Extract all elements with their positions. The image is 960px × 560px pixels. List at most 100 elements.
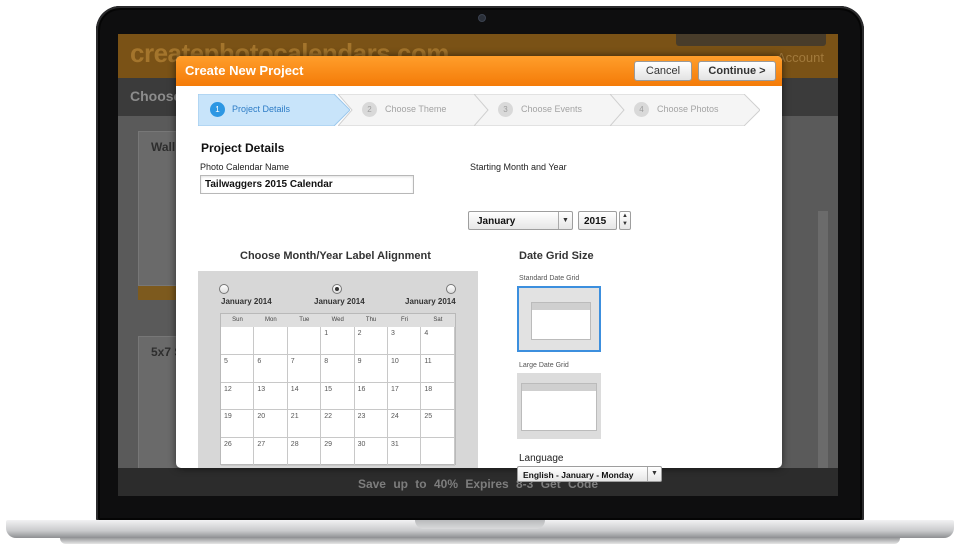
weekday-label: Tue xyxy=(299,317,310,323)
calendar-day-cell: 23 xyxy=(354,410,388,439)
weekday-label: Mon xyxy=(265,317,277,323)
dialog-title: Create New Project xyxy=(185,63,304,78)
site-top-buttons xyxy=(676,34,826,46)
calendar-day-cell: 21 xyxy=(287,410,322,439)
month-label-center: January 2014 xyxy=(314,297,365,306)
calendar-day-cell: 22 xyxy=(321,410,355,439)
calendar-day-cell: 28 xyxy=(287,438,322,466)
calendar-day-cell xyxy=(254,327,288,355)
cancel-button[interactable]: Cancel xyxy=(634,61,692,81)
weekday-label: Sun xyxy=(232,317,243,323)
standard-grid-option[interactable] xyxy=(517,286,601,352)
calendar-day-cell: 1 xyxy=(321,327,355,355)
calendar-day-cell: 29 xyxy=(321,438,355,466)
calendar-day-cell: 14 xyxy=(287,382,322,411)
section-title: Project Details xyxy=(201,141,285,155)
weekday-label: Sat xyxy=(433,317,443,323)
month-select-value: January xyxy=(477,216,516,227)
year-input[interactable]: 2015 xyxy=(578,211,617,230)
calendar-day-cell: 11 xyxy=(421,354,455,383)
calendar-day-cell: 9 xyxy=(354,354,388,383)
calendar-day-cell: 31 xyxy=(388,438,422,466)
month-select[interactable]: January ▼ xyxy=(468,211,573,230)
chevron-down-icon: ▼ xyxy=(558,212,572,229)
calendar-day-cell: 18 xyxy=(421,382,455,411)
calendar-day-cell: 10 xyxy=(388,354,422,383)
align-center-radio[interactable] xyxy=(332,284,342,294)
calendar-day-cell: 6 xyxy=(254,354,288,383)
create-project-dialog: Create New Project Cancel Continue > 1 P… xyxy=(176,56,782,468)
step-number: 2 xyxy=(362,102,377,117)
chevron-down-icon[interactable]: ▼ xyxy=(620,221,630,227)
grid-size-title: Date Grid Size xyxy=(519,250,594,262)
step-number: 4 xyxy=(634,102,649,117)
align-right-radio[interactable] xyxy=(446,284,456,294)
calendar-day-cell: 19 xyxy=(221,410,255,439)
standard-grid-thumbnail xyxy=(531,302,591,340)
name-label: Photo Calendar Name xyxy=(200,162,290,172)
weekday-header: Sun Mon Tue Wed Thu Fri Sat xyxy=(221,314,455,327)
step-number: 3 xyxy=(498,102,513,117)
large-grid-thumbnail xyxy=(521,383,597,431)
calendar-day-cell: 3 xyxy=(388,327,422,355)
large-grid-option[interactable] xyxy=(517,373,601,439)
step-label: Choose Photos xyxy=(657,104,719,114)
camera-icon xyxy=(478,14,486,22)
chevron-down-icon: ▼ xyxy=(647,467,661,481)
product-card-title: Wall xyxy=(151,140,176,154)
laptop-screen: createphotocalendars.com Account Choose … xyxy=(118,34,838,496)
calendar-day-cell: 16 xyxy=(354,382,388,411)
alignment-title: Choose Month/Year Label Alignment xyxy=(240,250,431,262)
calendar-day-cell: 7 xyxy=(287,354,322,383)
year-value: 2015 xyxy=(584,216,607,227)
chevron-up-icon[interactable]: ▲ xyxy=(620,213,630,219)
calendar-preview: Sun Mon Tue Wed Thu Fri Sat 1 2 3 4 5 6 7 8 9 10 1… xyxy=(220,313,456,466)
calendar-day-cell: 27 xyxy=(254,438,288,466)
year-stepper[interactable]: ▲ ▼ xyxy=(619,211,631,230)
calendar-day-cell: 26 xyxy=(221,438,255,466)
continue-button[interactable]: Continue > xyxy=(698,61,776,81)
calendar-name-input[interactable] xyxy=(200,175,414,194)
calendar-day-cell: 4 xyxy=(421,327,455,355)
language-select[interactable]: English - January - Monday ▼ xyxy=(517,466,662,482)
calendar-day-cell: 5 xyxy=(221,354,255,383)
calendar-day-cell: 30 xyxy=(354,438,388,466)
calendar-day-cell: 15 xyxy=(321,382,355,411)
large-grid-label: Large Date Grid xyxy=(519,362,569,369)
language-select-value: English - January - Monday xyxy=(523,470,634,480)
footer-promo: Save up to 40% Expires 8-3 Get Code xyxy=(357,477,599,491)
calendar-day-cell xyxy=(421,438,455,466)
language-label: Language xyxy=(519,453,564,464)
wizard-steps: 1 Project Details 2 Choose Theme 3 Choos… xyxy=(198,94,760,126)
account-link[interactable]: Account xyxy=(777,50,824,65)
calendar-day-cell: 8 xyxy=(321,354,355,383)
step-project-details[interactable]: 1 Project Details xyxy=(198,94,350,126)
weekday-label: Wed xyxy=(331,317,344,323)
calendar-day-cell xyxy=(221,327,255,355)
align-left-radio[interactable] xyxy=(219,284,229,294)
step-label: Project Details xyxy=(232,104,291,114)
site-scrollbar xyxy=(818,211,828,496)
step-choose-theme[interactable]: 2 Choose Theme xyxy=(338,94,490,126)
weekday-label: Thu xyxy=(365,317,377,323)
calendar-day-cell: 20 xyxy=(254,410,288,439)
laptop-base-shadow xyxy=(60,538,900,544)
step-choose-events[interactable]: 3 Choose Events xyxy=(474,94,626,126)
calendar-day-cell: 12 xyxy=(221,382,255,411)
month-label-right: January 2014 xyxy=(405,297,456,306)
step-label: Choose Theme xyxy=(385,104,447,114)
weekday-label: Fri xyxy=(401,317,408,323)
site-subbar-title: Choose xyxy=(130,88,182,104)
month-label-left: January 2014 xyxy=(221,297,272,306)
alignment-panel: January 2014 January 2014 January 2014 S… xyxy=(198,271,478,468)
step-number: 1 xyxy=(210,102,225,117)
calendar-day-cell: 24 xyxy=(388,410,422,439)
step-choose-photos[interactable]: 4 Choose Photos xyxy=(610,94,760,126)
calendar-day-cell: 2 xyxy=(354,327,388,355)
calendar-day-cell: 17 xyxy=(388,382,422,411)
calendar-day-cell xyxy=(287,327,322,355)
standard-grid-label: Standard Date Grid xyxy=(519,275,580,282)
calendar-day-cell: 13 xyxy=(254,382,288,411)
laptop-notch xyxy=(415,520,545,529)
calendar-day-cell: 25 xyxy=(421,410,455,439)
